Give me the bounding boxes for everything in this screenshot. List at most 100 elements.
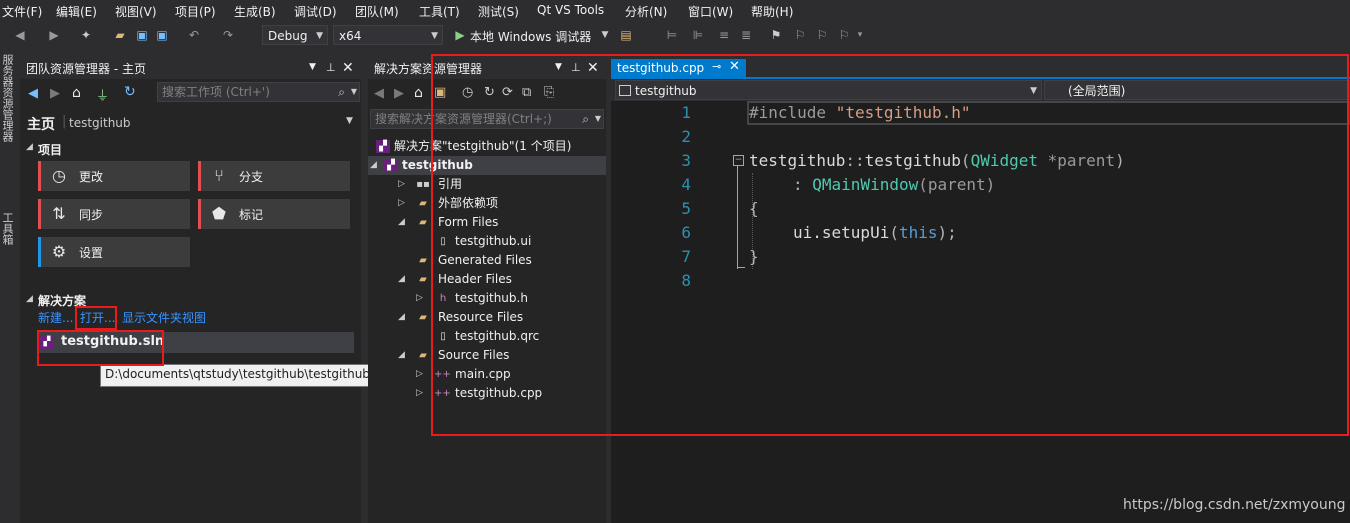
new-project-icon[interactable]: ✦ (78, 27, 94, 43)
folder-icon: ▰ (419, 217, 427, 228)
expanded-icon[interactable]: ◢ (370, 156, 380, 175)
collapsed-icon[interactable]: ▷ (416, 384, 426, 403)
menu-project[interactable]: 项目(P) (175, 3, 216, 20)
chevron-down-icon: ▼ (431, 31, 438, 41)
menu-file[interactable]: 文件(F) (2, 3, 42, 20)
align-icon[interactable]: ⊨ (664, 27, 680, 43)
toolbar: ◀ ▶ ✦ ▰ ▣ ▣ ↶ ↷ Debug ▼ x64 ▼ ▶ 本地 Windo… (0, 22, 1350, 50)
forward-icon[interactable]: ▶ (46, 27, 62, 43)
menu-team[interactable]: 团队(M) (355, 3, 399, 20)
home-icon[interactable]: ⌂ (72, 85, 81, 101)
platform-select[interactable]: x64 ▼ (333, 25, 443, 45)
collapsed-icon[interactable]: ▷ (416, 289, 426, 308)
menu-build[interactable]: 生成(B) (234, 3, 276, 20)
editor-highlight (431, 54, 1349, 436)
collapsed-icon[interactable]: ▷ (416, 365, 426, 384)
server-explorer-tab[interactable]: 服务器资源管理器 (1, 54, 15, 142)
redo-icon[interactable]: ↷ (220, 27, 236, 43)
folder-icon: ▰ (419, 350, 427, 361)
collapse-icon[interactable]: ◢ (26, 142, 33, 152)
side-tool-tabs: 服务器资源管理器 工具箱 (0, 52, 16, 523)
back-icon[interactable]: ◀ (12, 27, 28, 43)
tags-tile[interactable]: ⬟ 标记 (198, 199, 350, 229)
next-bookmark-icon[interactable]: ⚐ (814, 27, 830, 43)
menu-tools[interactable]: 工具(T) (419, 3, 460, 20)
toolbox-tab[interactable]: 工具箱 (1, 212, 15, 245)
back-icon[interactable]: ◀ (28, 86, 38, 101)
menu-qt-vs-tools[interactable]: Qt VS Tools (537, 3, 604, 17)
forward-icon[interactable]: ▶ (50, 86, 60, 101)
chevron-down-icon[interactable]: ▼ (309, 62, 316, 72)
menu-help[interactable]: 帮助(H) (751, 3, 793, 20)
branches-tile[interactable]: ⑂ 分支 (198, 161, 350, 191)
folder-icon: ▰ (419, 312, 427, 323)
show-folder-view-link[interactable]: 显示文件夹视图 (122, 309, 206, 326)
branch-icon: ⑂ (214, 166, 224, 185)
tile-label: 设置 (79, 246, 104, 260)
home-icon[interactable]: ⌂ (414, 85, 423, 101)
expanded-icon[interactable]: ◢ (398, 308, 408, 327)
uncomment-icon[interactable]: ≣ (738, 27, 754, 43)
refresh-icon[interactable]: ↻ (124, 84, 136, 100)
toolbar-overflow-icon[interactable]: ▾ (852, 27, 868, 43)
solution-path-tooltip: D:\documents\qtstudy\testgithub\testgith… (100, 364, 396, 387)
settings-tile[interactable]: ⚙ 设置 (38, 237, 190, 267)
tile-label: 标记 (239, 208, 264, 222)
menu-bar: 文件(F) 编辑(E) 视图(V) 项目(P) 生成(B) 调试(D) 团队(M… (0, 0, 1350, 22)
play-icon[interactable]: ▶ (452, 27, 468, 43)
prev-bookmark-icon[interactable]: ⚐ (792, 27, 808, 43)
undo-icon[interactable]: ↶ (186, 27, 202, 43)
back-icon[interactable]: ◀ (374, 86, 384, 101)
close-icon[interactable]: ✕ (342, 60, 354, 76)
project-icon: ▞ (384, 159, 398, 172)
solution-item-highlight (37, 330, 164, 366)
sync-tile[interactable]: ⇅ 同步 (38, 199, 190, 229)
collapse-icon[interactable]: ◢ (26, 294, 33, 304)
menu-edit[interactable]: 编辑(E) (56, 3, 97, 20)
forward-icon[interactable]: ▶ (394, 86, 404, 101)
start-debugger-button[interactable]: 本地 Windows 调试器 (470, 28, 591, 45)
chevron-down-icon[interactable]: ▼ (597, 27, 613, 43)
tile-label: 分支 (239, 170, 264, 184)
search-icon[interactable]: ⌕ (338, 83, 345, 101)
chevron-down-icon[interactable]: ▼ (351, 83, 357, 101)
work-item-search-input[interactable]: 搜索工作项 (Ctrl+') ⌕ ▼ (157, 82, 360, 102)
gear-icon: ⚙ (51, 242, 67, 261)
folder-icon: ▰ (419, 198, 427, 209)
tile-label: 更改 (79, 170, 104, 184)
collapsed-icon[interactable]: ▷ (398, 194, 408, 213)
expanded-icon[interactable]: ◢ (398, 346, 408, 365)
clock-icon: ◷ (52, 166, 66, 185)
connect-icon[interactable]: ⏚ (96, 85, 109, 104)
menu-debug[interactable]: 调试(D) (294, 3, 337, 20)
menu-test[interactable]: 测试(S) (478, 3, 519, 20)
collapsed-icon[interactable]: ▷ (398, 175, 408, 194)
repo-name: testgithub (69, 116, 131, 130)
tile-label: 同步 (79, 208, 104, 222)
menu-view[interactable]: 视图(V) (115, 3, 157, 20)
solution-icon: ▞ (376, 140, 390, 153)
expanded-icon[interactable]: ◢ (398, 213, 408, 232)
bookmark-icon[interactable]: ⚑ (768, 27, 784, 43)
configuration-value: Debug (268, 29, 308, 43)
open-file-icon[interactable]: ▰ (112, 27, 128, 43)
configuration-select[interactable]: Debug ▼ (262, 25, 328, 45)
new-solution-link[interactable]: 新建... (38, 309, 73, 326)
save-all-icon[interactable]: ▣ (154, 27, 170, 43)
project-section-heading[interactable]: 项目 (38, 141, 62, 158)
browse-icon[interactable]: ▤ (618, 27, 634, 43)
clear-bookmarks-icon[interactable]: ⚐ (836, 27, 852, 43)
references-icon: ▪▪ (416, 179, 430, 190)
chevron-down-icon[interactable]: ▼ (346, 116, 353, 126)
menu-analyze[interactable]: 分析(N) (625, 3, 667, 20)
changes-tile[interactable]: ◷ 更改 (38, 161, 190, 191)
folder-icon: ▰ (419, 255, 427, 266)
menu-window[interactable]: 窗口(W) (688, 3, 733, 20)
format-icon[interactable]: ⊫ (690, 27, 706, 43)
expanded-icon[interactable]: ◢ (398, 270, 408, 289)
page-title: 主页 (27, 117, 55, 133)
comment-icon[interactable]: ≡ (716, 27, 732, 43)
team-explorer-panel: 团队资源管理器 - 主页 ▼ ⊥ ✕ ◀ ▶ ⌂ ⏚ ↻ 搜索工作项 (Ctrl… (20, 59, 396, 523)
save-icon[interactable]: ▣ (134, 27, 150, 43)
pin-icon[interactable]: ⊥ (326, 61, 336, 74)
